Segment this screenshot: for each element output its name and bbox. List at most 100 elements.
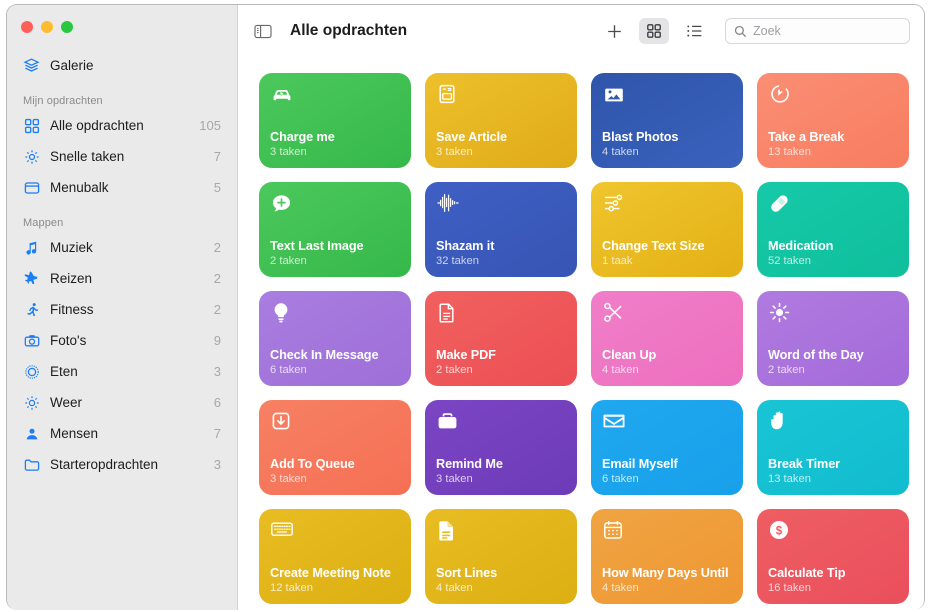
sidebar-item-label: Reizen [50,271,93,286]
shortcut-card[interactable]: Break Timer 13 taken [757,400,909,495]
shortcut-card[interactable]: Blast Photos 4 taken [591,73,743,168]
card-text: Sort Lines 4 taken [436,566,566,596]
list-view-button[interactable] [679,18,709,44]
sidebar-item-count: 2 [213,271,221,286]
main-content: Alle opdrachten Zoek Charge me 3 taken S… [238,5,924,610]
search-input[interactable] [753,24,901,38]
card-text: Clean Up 4 taken [602,348,732,378]
sidebar: Galerie Mijn opdrachten Alle opdrachten … [7,5,238,610]
shortcut-count: 6 taken [270,364,307,376]
search-field[interactable] [725,18,910,44]
calendar-icon [602,519,626,543]
sidebar-item-mensen[interactable]: Mensen 7 [7,418,237,449]
card-text: Calculate Tip 16 taken [768,566,898,596]
menubar-icon [23,179,40,196]
sidebar-item-label: Mensen [50,426,99,441]
shortcut-card[interactable]: Shazam it 32 taken [425,182,577,277]
shortcut-count: 4 taken [602,146,639,158]
shortcut-card[interactable]: Take a Break 13 taken [757,73,909,168]
message-plus-icon [270,192,294,216]
shortcut-name: Make PDF [436,347,496,362]
page-title: Alle opdrachten [290,22,408,39]
shortcut-card[interactable]: Word of the Day 2 taken [757,291,909,386]
card-text: Email Myself 6 taken [602,457,732,487]
close-button[interactable] [21,21,33,33]
shortcut-name: Break Timer [768,456,841,471]
sidebar-item-count: 3 [213,457,221,472]
shortcut-card[interactable]: Check In Message 6 taken [259,291,411,386]
shortcut-count: 3 taken [436,473,473,485]
sidebar-item-label: Starteropdrachten [50,457,159,472]
document-icon [436,301,460,325]
shortcut-count: 12 taken [270,582,313,594]
runner-icon [23,301,40,318]
app-window: Galerie Mijn opdrachten Alle opdrachten … [6,4,925,610]
shortcut-count: 6 taken [602,473,639,485]
sidebar-item-count: 2 [213,302,221,317]
sidebar-item-gallery[interactable]: Galerie [7,50,237,81]
shortcut-card[interactable]: Add To Queue 3 taken [259,400,411,495]
shortcut-card[interactable]: How Many Days Until 4 taken [591,509,743,604]
sidebar-item-menubar[interactable]: Menubalk 5 [7,172,237,203]
shortcut-name: Text Last Image [270,238,364,253]
sidebar-item-eten[interactable]: Eten 3 [7,356,237,387]
sidebar-toggle-icon[interactable] [250,19,276,43]
grid-icon [23,117,40,134]
shortcut-count: 3 taken [270,473,307,485]
sidebar-item-reizen[interactable]: Reizen 2 [7,263,237,294]
shortcut-name: Add To Queue [270,456,355,471]
sidebar-item-quick-actions[interactable]: Snelle taken 7 [7,141,237,172]
sidebar-item-all-shortcuts[interactable]: Alle opdrachten 105 [7,110,237,141]
shortcut-card[interactable]: Make PDF 2 taken [425,291,577,386]
sidebar-item-fitness[interactable]: Fitness 2 [7,294,237,325]
shortcut-card[interactable]: Email Myself 6 taken [591,400,743,495]
shortcut-count: 16 taken [768,582,811,594]
tray-down-icon [270,410,294,434]
shortcut-card[interactable]: Text Last Image 2 taken [259,182,411,277]
shortcut-count: 13 taken [768,473,811,485]
sidebar-item-label: Foto's [50,333,87,348]
sidebar-item-fotos[interactable]: Foto's 9 [7,325,237,356]
sidebar-item-label: Weer [50,395,83,410]
shortcut-name: Email Myself [602,456,678,471]
shortcut-card[interactable]: Remind Me 3 taken [425,400,577,495]
shortcut-name: How Many Days Until [602,565,729,580]
grid-view-button[interactable] [639,18,669,44]
card-text: Make PDF 2 taken [436,348,566,378]
sidebar-item-weer[interactable]: Weer 6 [7,387,237,418]
shortcut-card[interactable]: Clean Up 4 taken [591,291,743,386]
gear-icon [23,148,40,165]
shortcut-count: 3 taken [436,146,473,158]
waveform-icon [436,192,460,216]
shortcut-card[interactable]: Create Meeting Note 12 taken [259,509,411,604]
shortcut-name: Take a Break [768,129,845,144]
zoom-button[interactable] [61,21,73,33]
shortcut-count: 32 taken [436,255,479,267]
shortcut-name: Shazam it [436,238,495,253]
sidebar-item-count: 3 [213,364,221,379]
card-text: Blast Photos 4 taken [602,130,732,160]
minimize-button[interactable] [41,21,53,33]
sidebar-item-label: Snelle taken [50,149,125,164]
sidebar-item-muziek[interactable]: Muziek 2 [7,232,237,263]
shortcut-card[interactable]: Medication 52 taken [757,182,909,277]
sidebar-item-count: 105 [199,118,221,133]
shortcut-card[interactable]: Change Text Size 1 taak [591,182,743,277]
shortcut-name: Create Meeting Note [270,565,391,580]
pill-icon [768,192,792,216]
sidebar-item-starteropdrachten[interactable]: Starteropdrachten 3 [7,449,237,480]
shortcut-count: 13 taken [768,146,811,158]
doc-lines-icon [436,519,460,543]
shortcut-name: Check In Message [270,347,379,362]
hand-raised-icon [768,410,792,434]
sidebar-section-title-folders: Mappen [23,217,64,229]
add-shortcut-button[interactable] [599,18,629,44]
card-text: Change Text Size 1 taak [602,239,732,269]
shortcut-card[interactable]: $ Calculate Tip 16 taken [757,509,909,604]
shortcut-card[interactable]: Sort Lines 4 taken [425,509,577,604]
shortcut-card[interactable]: Charge me 3 taken [259,73,411,168]
shortcut-name: Charge me [270,129,335,144]
shortcut-card[interactable]: Save Article 3 taken [425,73,577,168]
sliders-icon [602,192,626,216]
